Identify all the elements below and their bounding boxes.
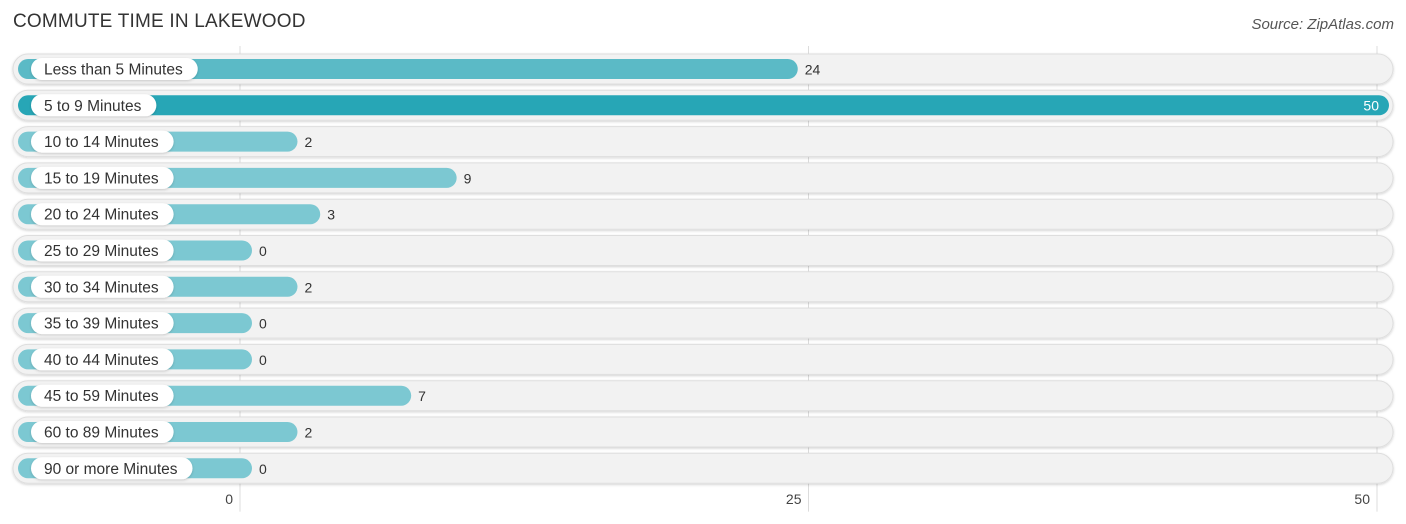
x-tick-label: 50 [1354,491,1370,507]
value-label: 7 [418,388,426,404]
bar-row: 35 to 39 Minutes 0 [12,307,1394,339]
value-label: 9 [464,170,472,186]
category-label: 60 to 89 Minutes [44,425,159,442]
category-label: 30 to 34 Minutes [44,279,159,296]
bar-row: 30 to 34 Minutes 2 [12,271,1394,303]
bar-row: 15 to 19 Minutes 9 [12,162,1394,194]
value-label: 3 [327,207,335,223]
x-tick-label: 0 [225,491,233,507]
category-label: 90 or more Minutes [44,461,178,478]
value-label: 2 [304,134,312,150]
bar-row: 45 to 59 Minutes 7 [12,380,1394,412]
bar-row: 20 to 24 Minutes 3 [12,198,1394,230]
x-tick-label: 25 [786,491,802,507]
bar-row: 90 or more Minutes 0 [12,452,1394,484]
category-label: 10 to 14 Minutes [44,134,159,151]
bar-row: 60 to 89 Minutes 2 [12,416,1394,448]
bar-row: 25 to 29 Minutes 0 [12,235,1394,266]
value-label: 0 [259,352,267,368]
bar-chart: Less than 5 Minutes 24 5 to 9 Minutes 50 10 … [12,46,1394,512]
category-label: 20 to 24 Minutes [44,207,159,224]
category-label: 25 to 29 Minutes [44,243,159,260]
bar-row: 10 to 14 Minutes 2 [12,126,1394,158]
value-label: 2 [304,279,312,295]
category-label: 35 to 39 Minutes [44,316,159,333]
category-label: 40 to 44 Minutes [44,352,159,369]
value-label: 24 [805,62,821,78]
bar[interactable] [18,95,1389,116]
bar-row: 40 to 44 Minutes 0 [12,343,1394,375]
category-label: 45 to 59 Minutes [44,388,159,405]
value-label: 50 [1363,97,1379,113]
bar-row: Less than 5 Minutes 24 [12,53,1394,85]
value-label: 0 [259,316,267,332]
value-label: 2 [304,425,312,441]
category-label: 15 to 19 Minutes [44,170,159,187]
bar-row: 5 to 9 Minutes 50 [12,89,1394,121]
category-label: Less than 5 Minutes [44,62,183,79]
value-label: 0 [259,243,267,259]
category-label: 5 to 9 Minutes [44,98,142,115]
value-label: 0 [259,461,267,477]
